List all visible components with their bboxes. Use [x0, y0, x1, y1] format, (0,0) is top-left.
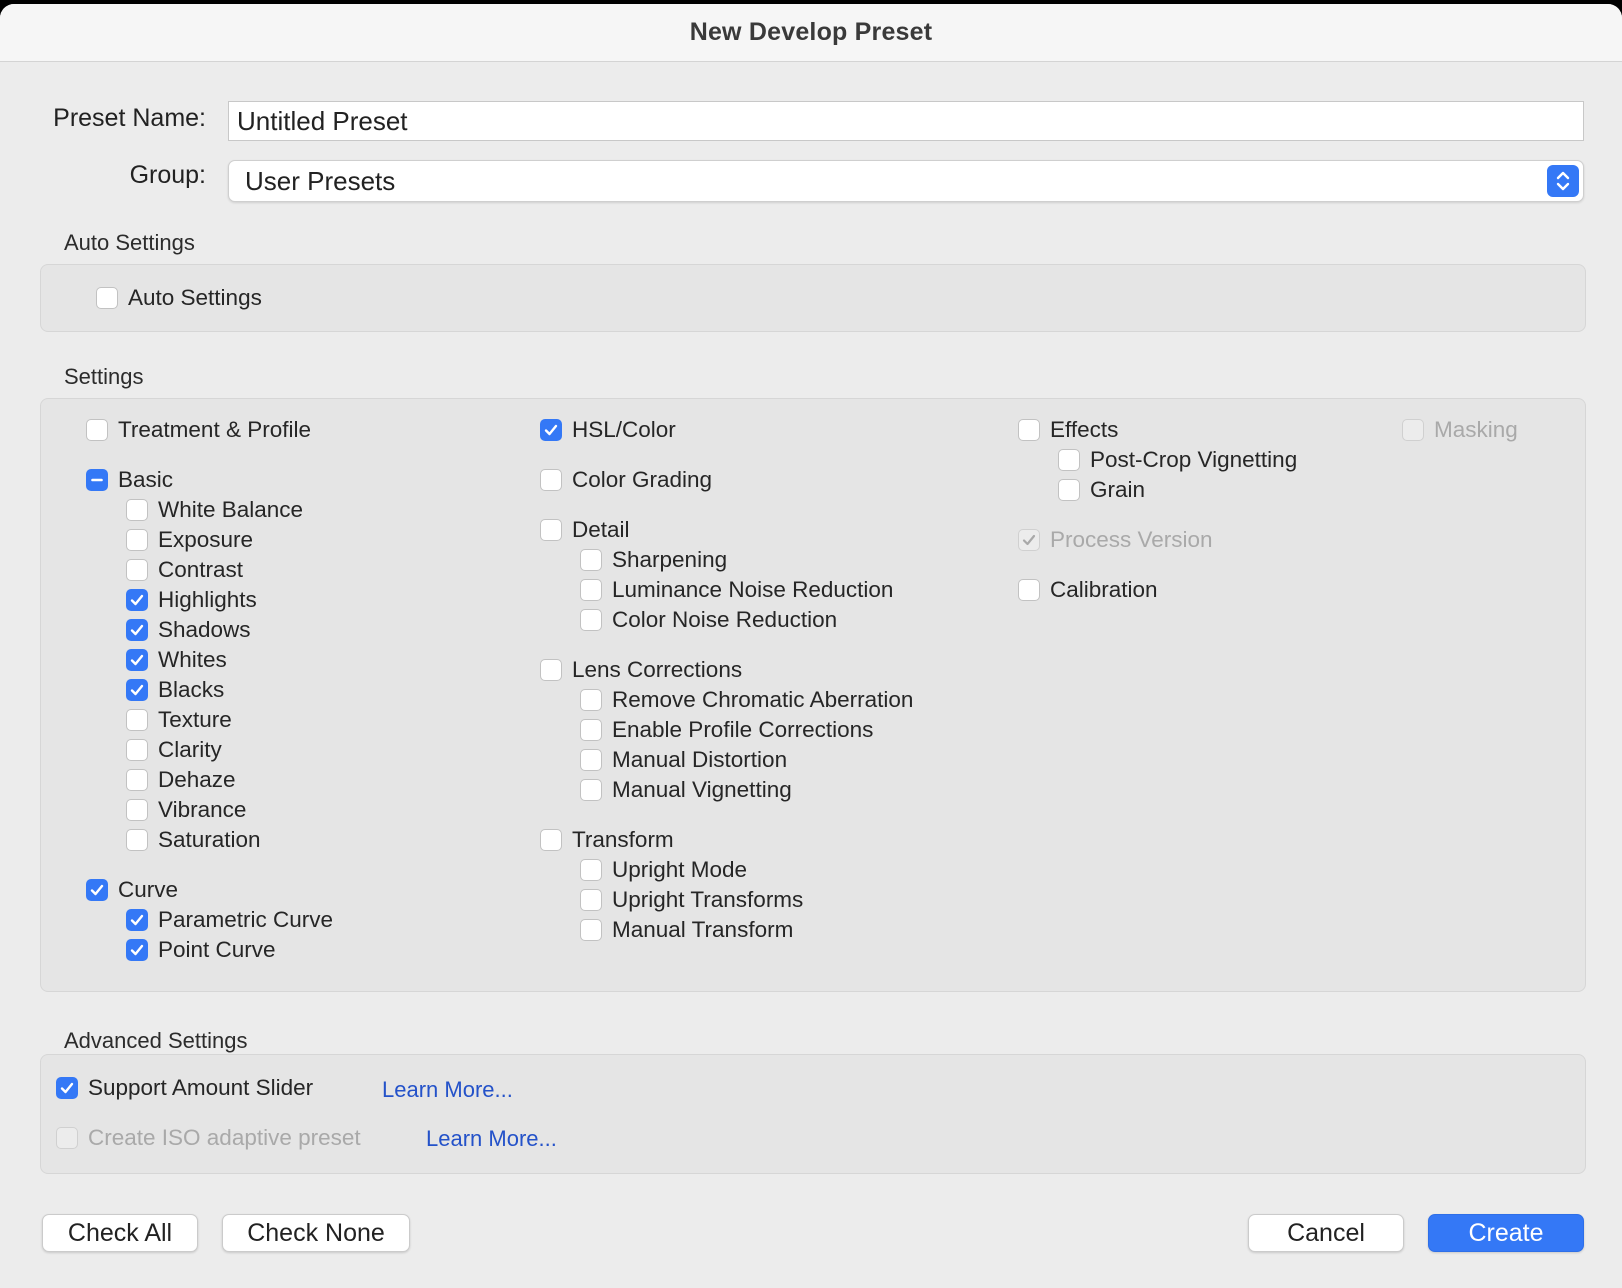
manual-vignetting-checkbox[interactable]: Manual Vignetting — [580, 776, 792, 804]
advanced-settings-heading: Advanced Settings — [64, 1028, 248, 1053]
enable-profile-corrections-checkbox[interactable]: Enable Profile Corrections — [580, 716, 873, 744]
process-version-checkbox: Process Version — [1018, 526, 1213, 554]
detail-checkbox[interactable]: Detail — [540, 516, 630, 544]
remove-chromatic-aberration-checkbox[interactable]: Remove Chromatic Aberration — [580, 686, 913, 714]
post-crop-vignetting-checkbox[interactable]: Post-Crop Vignetting — [1058, 446, 1297, 474]
luminance-noise-reduction-checkbox[interactable]: Luminance Noise Reduction — [580, 576, 893, 604]
parametric-curve-checkbox[interactable]: Parametric Curve — [126, 906, 333, 934]
check-none-button[interactable]: Check None — [222, 1214, 410, 1252]
masking-checkbox: Masking — [1402, 416, 1518, 444]
vibrance-checkbox[interactable]: Vibrance — [126, 796, 246, 824]
blacks-checkbox[interactable]: Blacks — [126, 676, 224, 704]
checkmark-icon — [126, 619, 148, 641]
checkmark-icon — [126, 649, 148, 671]
create-button[interactable]: Create — [1428, 1214, 1584, 1252]
saturation-checkbox[interactable]: Saturation — [126, 826, 261, 854]
texture-checkbox[interactable]: Texture — [126, 706, 232, 734]
transform-checkbox[interactable]: Transform — [540, 826, 674, 854]
grain-checkbox[interactable]: Grain — [1058, 476, 1145, 504]
checkmark-icon — [126, 679, 148, 701]
calibration-checkbox[interactable]: Calibration — [1018, 576, 1158, 604]
checkmark-icon — [126, 909, 148, 931]
create-iso-adaptive-checkbox: Create ISO adaptive preset — [56, 1124, 361, 1152]
title-bar: New Develop Preset — [0, 4, 1622, 62]
new-develop-preset-dialog: New Develop Preset Preset Name: Group: U… — [0, 4, 1622, 1288]
color-grading-checkbox[interactable]: Color Grading — [540, 466, 712, 494]
cancel-button[interactable]: Cancel — [1248, 1214, 1404, 1252]
upright-mode-checkbox[interactable]: Upright Mode — [580, 856, 747, 884]
white-balance-checkbox[interactable]: White Balance — [126, 496, 303, 524]
auto-settings-heading: Auto Settings — [64, 230, 195, 255]
checkmark-icon — [540, 419, 562, 441]
color-noise-reduction-checkbox[interactable]: Color Noise Reduction — [580, 606, 837, 634]
dehaze-checkbox[interactable]: Dehaze — [126, 766, 236, 794]
window-title: New Develop Preset — [689, 18, 933, 46]
clarity-checkbox[interactable]: Clarity — [126, 736, 222, 764]
group-selected-value: User Presets — [245, 166, 396, 196]
advanced-settings-group — [40, 1054, 1586, 1174]
auto-settings-group — [40, 264, 1586, 332]
group-label: Group: — [129, 161, 206, 189]
checkmark-icon — [126, 939, 148, 961]
checkmark-icon — [126, 589, 148, 611]
treatment-profile-checkbox[interactable]: Treatment & Profile — [86, 416, 311, 444]
basic-checkbox[interactable]: Basic — [86, 466, 173, 494]
contrast-checkbox[interactable]: Contrast — [126, 556, 243, 584]
chevron-up-down-icon — [1547, 165, 1579, 197]
exposure-checkbox[interactable]: Exposure — [126, 526, 253, 554]
group-select[interactable]: User Presets — [228, 160, 1584, 202]
lens-corrections-checkbox[interactable]: Lens Corrections — [540, 656, 742, 684]
shadows-checkbox[interactable]: Shadows — [126, 616, 251, 644]
minus-icon — [86, 469, 108, 491]
check-all-button[interactable]: Check All — [42, 1214, 198, 1252]
settings-heading: Settings — [64, 364, 144, 389]
curve-checkbox[interactable]: Curve — [86, 876, 178, 904]
whites-checkbox[interactable]: Whites — [126, 646, 227, 674]
highlights-checkbox[interactable]: Highlights — [126, 586, 257, 614]
hsl-color-checkbox[interactable]: HSL/Color — [540, 416, 676, 444]
sharpening-checkbox[interactable]: Sharpening — [580, 546, 727, 574]
checkmark-icon — [56, 1077, 78, 1099]
point-curve-checkbox[interactable]: Point Curve — [126, 936, 276, 964]
manual-distortion-checkbox[interactable]: Manual Distortion — [580, 746, 787, 774]
learn-more-amount-slider-link[interactable]: Learn More... — [382, 1077, 513, 1103]
checkmark-icon — [86, 879, 108, 901]
effects-checkbox[interactable]: Effects — [1018, 416, 1118, 444]
manual-transform-checkbox[interactable]: Manual Transform — [580, 916, 793, 944]
learn-more-iso-adaptive-link[interactable]: Learn More... — [426, 1126, 557, 1152]
preset-name-label: Preset Name: — [53, 104, 206, 132]
support-amount-slider-checkbox[interactable]: Support Amount Slider — [56, 1074, 313, 1102]
preset-name-input[interactable] — [228, 101, 1584, 141]
upright-transforms-checkbox[interactable]: Upright Transforms — [580, 886, 803, 914]
auto-settings-checkbox[interactable]: Auto Settings — [96, 284, 262, 312]
checkmark-icon — [1018, 529, 1040, 551]
